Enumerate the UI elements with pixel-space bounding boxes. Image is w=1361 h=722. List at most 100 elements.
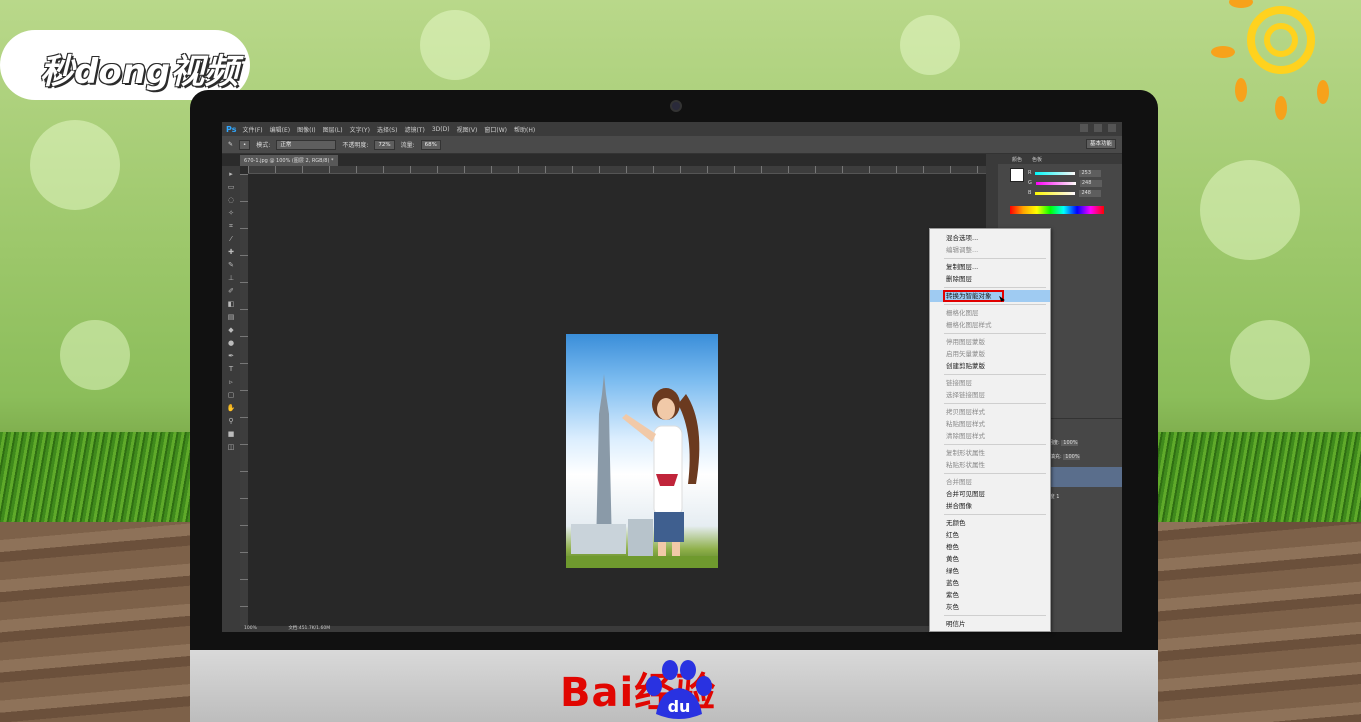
zoom-tool-icon[interactable]: ⚲	[227, 417, 236, 426]
shape-tool-icon[interactable]: ▢	[227, 391, 236, 400]
blur-tool-icon[interactable]: ◆	[227, 326, 236, 335]
color-swatch-icon[interactable]: ■	[227, 430, 236, 439]
context-menu-item[interactable]: 明信片	[930, 618, 1050, 630]
menu-filter[interactable]: 滤镜(T)	[404, 125, 424, 134]
context-menu-item: 合并图层	[946, 478, 972, 486]
context-menu-item: 清除图层样式	[946, 432, 985, 440]
quick-select-tool-icon[interactable]: ✧	[227, 209, 236, 218]
layer-fill: 填充: 100%	[1050, 453, 1080, 461]
green-slider[interactable]	[1035, 181, 1076, 185]
doc-size: 文档:451.7K/1.60M	[288, 626, 331, 631]
context-menu-item[interactable]: 红色	[930, 529, 1050, 541]
brush-tool-icon[interactable]: ✎	[228, 141, 233, 148]
ps-logo-icon: Ps	[226, 124, 237, 134]
layer-fill-input[interactable]: 100%	[1063, 454, 1080, 460]
context-menu-item[interactable]: 复制图层...	[930, 261, 1050, 273]
marquee-tool-icon[interactable]: ▭	[227, 183, 236, 192]
context-menu-item[interactable]: 灰色	[930, 601, 1050, 613]
brush-tool-icon[interactable]: ✎	[227, 261, 236, 270]
workspace-switcher[interactable]: 基本功能	[1085, 139, 1116, 149]
brush-size-picker[interactable]: •	[239, 139, 251, 150]
context-menu-item[interactable]: 黄色	[930, 553, 1050, 565]
context-menu-item[interactable]: 转换为智能对象	[930, 290, 1050, 302]
context-menu-item[interactable]: 从所选图层新建 3D 凸出	[930, 630, 1050, 631]
canvas-photo[interactable]	[566, 334, 718, 568]
webcam	[670, 100, 682, 112]
flow-input[interactable]: 68%	[420, 139, 441, 150]
context-menu-item[interactable]: 创建剪贴蒙版	[930, 360, 1050, 372]
opacity-label: 不透明度:	[342, 142, 369, 149]
eraser-tool-icon[interactable]: ◧	[227, 300, 236, 309]
status-bar: 100% 文档:451.7K/1.60M	[240, 626, 986, 632]
layer-opacity-input[interactable]: 100%	[1061, 440, 1078, 446]
foreground-color-swatch[interactable]	[1010, 168, 1024, 182]
green-value[interactable]: 248	[1079, 179, 1102, 187]
paw-text: du	[668, 697, 691, 716]
mouse-cursor-icon	[999, 294, 1005, 302]
minimize-icon[interactable]	[1080, 124, 1088, 132]
context-menu-item[interactable]: 蓝色	[930, 577, 1050, 589]
blue-slider[interactable]	[1035, 191, 1076, 195]
tab-color[interactable]: 颜色	[1012, 156, 1022, 163]
context-menu-item[interactable]: 合并可见图层	[930, 488, 1050, 500]
menu-select[interactable]: 选择(S)	[377, 125, 398, 134]
menu-separator	[944, 287, 1046, 288]
bokeh-light	[1200, 160, 1300, 260]
bokeh-light	[900, 15, 960, 75]
tab-swatches[interactable]: 色板	[1032, 156, 1042, 163]
red-value[interactable]: 253	[1079, 169, 1102, 177]
quick-mask-icon[interactable]: ◫	[227, 443, 236, 452]
menu-separator	[944, 333, 1046, 334]
history-brush-icon[interactable]: ✐	[227, 287, 236, 296]
stamp-tool-icon[interactable]: ⊥	[227, 274, 236, 283]
healing-tool-icon[interactable]: ✚	[227, 248, 236, 257]
hand-tool-icon[interactable]: ✋	[227, 404, 236, 413]
menu-separator	[944, 514, 1046, 515]
red-slider[interactable]	[1035, 171, 1076, 175]
context-menu-item: 栅格化图层样式	[946, 321, 992, 329]
color-spectrum[interactable]	[1010, 206, 1104, 214]
menu-edit[interactable]: 编辑(E)	[270, 125, 290, 134]
blue-value[interactable]: 248	[1079, 189, 1102, 197]
menu-separator	[944, 615, 1046, 616]
context-menu-item[interactable]: 紫色	[930, 589, 1050, 601]
grass-right	[1155, 432, 1361, 527]
context-menu-item[interactable]: 无颜色	[930, 517, 1050, 529]
mode-label: 模式:	[256, 142, 271, 149]
context-menu-item[interactable]: 混合选项...	[930, 232, 1050, 244]
opacity-input[interactable]: 72%	[374, 139, 395, 150]
menu-3d[interactable]: 3D(D)	[432, 126, 450, 133]
eyedropper-tool-icon[interactable]: ⁄	[227, 235, 236, 244]
gradient-tool-icon[interactable]: ▤	[227, 313, 236, 322]
menu-layer[interactable]: 图层(L)	[323, 125, 343, 134]
context-menu-item: 启用矢量蒙版	[946, 350, 985, 358]
bokeh-light	[30, 120, 120, 210]
lasso-tool-icon[interactable]: ◌	[227, 196, 236, 205]
move-tool-icon[interactable]: ▸	[227, 170, 236, 179]
layer-fill-label: 填充:	[1050, 454, 1062, 460]
menu-file[interactable]: 文件(F)	[242, 125, 262, 134]
menu-image[interactable]: 图像(I)	[297, 125, 315, 134]
crop-tool-icon[interactable]: ⌗	[227, 222, 236, 231]
context-menu-item[interactable]: 拼合图像	[930, 500, 1050, 512]
context-menu-item: 选择链接图层	[946, 391, 985, 399]
menu-window[interactable]: 窗口(W)	[484, 125, 507, 134]
context-menu-item[interactable]: 绿色	[930, 565, 1050, 577]
dodge-tool-icon[interactable]: ●	[227, 339, 236, 348]
canvas-area[interactable]	[248, 174, 986, 626]
close-icon[interactable]	[1108, 124, 1116, 132]
menu-view[interactable]: 视图(V)	[457, 125, 478, 134]
mode-select[interactable]: 正常	[276, 139, 337, 150]
type-tool-icon[interactable]: T	[227, 365, 236, 374]
zoom-level[interactable]: 100%	[244, 626, 257, 631]
pen-tool-icon[interactable]: ✒	[227, 352, 236, 361]
context-menu-item[interactable]: 删除图层	[930, 273, 1050, 285]
restore-icon[interactable]	[1094, 124, 1102, 132]
path-select-icon[interactable]: ▹	[227, 378, 236, 387]
menu-help[interactable]: 帮助(H)	[514, 125, 535, 134]
menu-type[interactable]: 文字(Y)	[350, 125, 370, 134]
context-menu-item[interactable]: 橙色	[930, 541, 1050, 553]
document-tab[interactable]: 670-1.jpg @ 100% (图层 2, RGB/8) *	[240, 155, 338, 166]
menu-separator	[944, 444, 1046, 445]
context-menu-item: 粘贴形状属性	[946, 461, 985, 469]
